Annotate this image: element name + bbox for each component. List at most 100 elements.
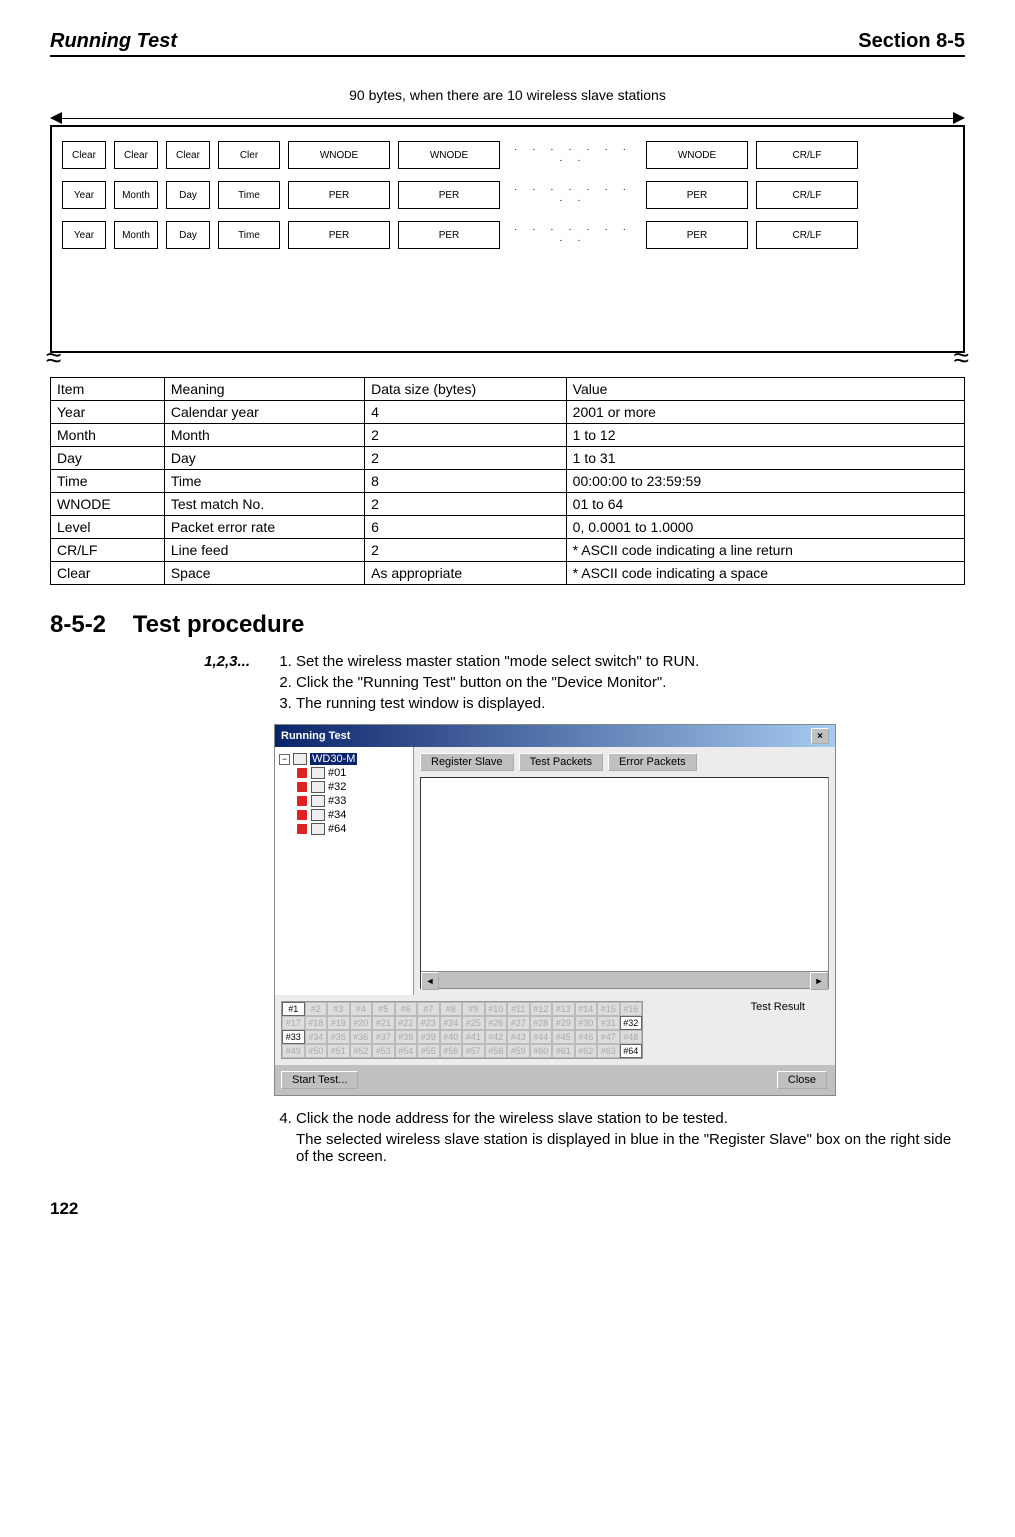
step-2: Click the "Running Test" button on the "… bbox=[296, 674, 965, 691]
horizontal-scrollbar[interactable]: ◄ ► bbox=[421, 971, 828, 988]
table-row: WNODETest match No.201 to 64 bbox=[51, 493, 965, 516]
squiggle-left-icon: ≈ bbox=[46, 351, 61, 365]
cell-size: 2 bbox=[365, 447, 567, 470]
tree-root[interactable]: − WD30-M bbox=[279, 753, 409, 765]
table-row: TimeTime800:00:00 to 23:59:59 bbox=[51, 470, 965, 493]
node-cell: #5 bbox=[372, 1002, 395, 1016]
cell-meaning: Month bbox=[164, 424, 364, 447]
test-result-label: Test Result bbox=[751, 1001, 805, 1013]
table-row: YearCalendar year42001 or more bbox=[51, 401, 965, 424]
tree-child[interactable]: #34 bbox=[297, 809, 409, 821]
byte-layout-diagram: ClearClearClearClerWNODEWNODE· · · · · ·… bbox=[50, 125, 965, 353]
diagram-cell: WNODE bbox=[398, 141, 500, 169]
slave-icon bbox=[297, 782, 307, 792]
diagram-caption: 90 bytes, when there are 10 wireless sla… bbox=[50, 87, 965, 103]
node-cell: #21 bbox=[372, 1016, 395, 1030]
node-cell: #20 bbox=[350, 1016, 373, 1030]
diagram-cell: Cler bbox=[218, 141, 280, 169]
step-4-detail: The selected wireless slave station is d… bbox=[296, 1131, 965, 1165]
step-3: The running test window is displayed. bbox=[296, 695, 965, 712]
node-cell: #9 bbox=[462, 1002, 485, 1016]
cell-size: 6 bbox=[365, 516, 567, 539]
close-button[interactable]: Close bbox=[777, 1071, 827, 1089]
right-panel: Register Slave Test Packets Error Packet… bbox=[414, 747, 835, 995]
diagram-cell: Day bbox=[166, 221, 210, 249]
node-cell: #48 bbox=[620, 1030, 643, 1044]
node-cell: #53 bbox=[372, 1044, 395, 1058]
close-icon[interactable]: × bbox=[811, 728, 829, 744]
cell-size: As appropriate bbox=[365, 562, 567, 585]
node-cell: #59 bbox=[507, 1044, 530, 1058]
page-number: 122 bbox=[50, 1199, 965, 1219]
node-cell: #57 bbox=[462, 1044, 485, 1058]
node-cell[interactable]: #32 bbox=[620, 1016, 643, 1030]
diagram-row: YearMonthDayTimePERPER· · · · · · · · ·P… bbox=[62, 181, 953, 209]
device-icon bbox=[311, 767, 325, 779]
node-cell: #52 bbox=[350, 1044, 373, 1058]
cell-meaning: Line feed bbox=[164, 539, 364, 562]
node-cell[interactable]: #64 bbox=[620, 1044, 643, 1058]
cell-meaning: Test match No. bbox=[164, 493, 364, 516]
register-slave-button[interactable]: Register Slave bbox=[420, 753, 514, 771]
node-cell: #13 bbox=[552, 1002, 575, 1016]
arrow-line bbox=[58, 118, 957, 119]
node-cell[interactable]: #1 bbox=[282, 1002, 305, 1016]
header-right: Section 8-5 bbox=[858, 30, 965, 53]
node-address-grid: #1#2#3#4#5#6#7#8#9#10#11#12#13#14#15#16#… bbox=[281, 1001, 643, 1059]
table-row: ClearSpaceAs appropriate* ASCII code ind… bbox=[51, 562, 965, 585]
cell-value: 1 to 12 bbox=[566, 424, 964, 447]
start-test-button[interactable]: Start Test... bbox=[281, 1071, 358, 1089]
node-cell: #44 bbox=[530, 1030, 553, 1044]
node-cell: #36 bbox=[350, 1030, 373, 1044]
node-cell: #23 bbox=[417, 1016, 440, 1030]
step-1: Set the wireless master station "mode se… bbox=[296, 653, 965, 670]
cell-meaning: Calendar year bbox=[164, 401, 364, 424]
node-cell: #10 bbox=[485, 1002, 508, 1016]
cell-size: 8 bbox=[365, 470, 567, 493]
tree-child[interactable]: #01 bbox=[297, 767, 409, 779]
step-4-text: Click the node address for the wireless … bbox=[296, 1110, 728, 1127]
cell-item: Day bbox=[51, 447, 165, 470]
diagram-dots: · · · · · · · · · bbox=[508, 224, 638, 246]
test-packets-button[interactable]: Test Packets bbox=[519, 753, 603, 771]
cell-value: 00:00:00 to 23:59:59 bbox=[566, 470, 964, 493]
node-cell: #40 bbox=[440, 1030, 463, 1044]
node-cell: #27 bbox=[507, 1016, 530, 1030]
cell-size: 2 bbox=[365, 424, 567, 447]
node-cell: #22 bbox=[395, 1016, 418, 1030]
diagram-cell: PER bbox=[288, 181, 390, 209]
table-row: DayDay21 to 31 bbox=[51, 447, 965, 470]
diagram-dots: · · · · · · · · · bbox=[508, 144, 638, 166]
node-cell[interactable]: #33 bbox=[282, 1030, 305, 1044]
header-left: Running Test bbox=[50, 30, 177, 53]
cell-value: * ASCII code indicating a line return bbox=[566, 539, 964, 562]
tree-child-label: #64 bbox=[328, 823, 346, 835]
node-cell: #55 bbox=[417, 1044, 440, 1058]
cell-value: 2001 or more bbox=[566, 401, 964, 424]
diagram-row: YearMonthDayTimePERPER· · · · · · · · ·P… bbox=[62, 221, 953, 249]
node-cell: #30 bbox=[575, 1016, 598, 1030]
table-header-row: Item Meaning Data size (bytes) Value bbox=[51, 378, 965, 401]
scroll-left-icon[interactable]: ◄ bbox=[421, 972, 439, 990]
node-cell: #37 bbox=[372, 1030, 395, 1044]
diagram-cell: Year bbox=[62, 221, 106, 249]
page-header: Running Test Section 8-5 bbox=[50, 30, 965, 57]
slave-icon bbox=[297, 824, 307, 834]
node-cell: #6 bbox=[395, 1002, 418, 1016]
diagram-cell: Time bbox=[218, 221, 280, 249]
width-arrow bbox=[50, 111, 965, 125]
scroll-right-icon[interactable]: ► bbox=[810, 972, 828, 990]
diagram-cell: WNODE bbox=[288, 141, 390, 169]
tree-child[interactable]: #64 bbox=[297, 823, 409, 835]
tree-child[interactable]: #33 bbox=[297, 795, 409, 807]
cell-value: 01 to 64 bbox=[566, 493, 964, 516]
node-cell: #26 bbox=[485, 1016, 508, 1030]
diagram-cell: CR/LF bbox=[756, 221, 858, 249]
device-icon bbox=[311, 823, 325, 835]
error-packets-button[interactable]: Error Packets bbox=[608, 753, 697, 771]
node-cell: #58 bbox=[485, 1044, 508, 1058]
node-cell: #62 bbox=[575, 1044, 598, 1058]
tree-child[interactable]: #32 bbox=[297, 781, 409, 793]
node-cell: #38 bbox=[395, 1030, 418, 1044]
window-title: Running Test bbox=[281, 730, 350, 742]
